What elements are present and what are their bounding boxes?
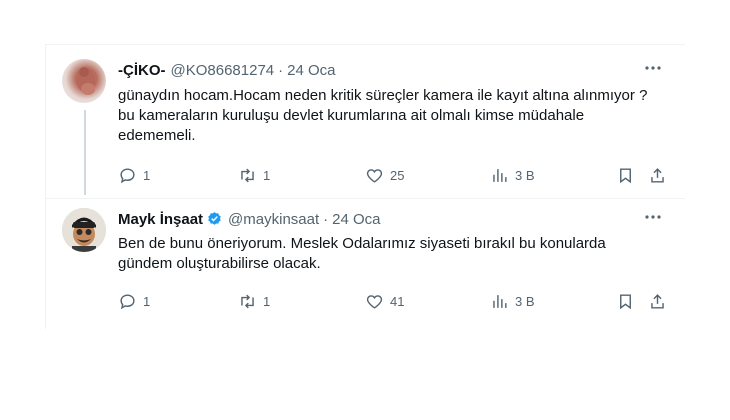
more-icon[interactable] [643,209,663,225]
views-count: 3 B [515,167,535,183]
like-count: 25 [390,167,405,183]
verified-badge-icon [208,212,221,225]
share-icon [651,167,664,183]
tweet-date[interactable]: 24 Oca [287,62,335,79]
tweet-reply-2[interactable]: Mayk İnşaat @maykinsaat · 24 Oca Ben de … [45,199,685,329]
views-button[interactable]: 3 B [490,164,535,186]
reply-button[interactable]: 1 [118,164,150,186]
bookmark-icon [620,293,631,309]
views-count: 3 B [515,293,535,309]
tweet-actions: 1 1 25 3 B [118,164,673,186]
tweet-text: Ben de bunu öneriyorum. Meslek Odalarımı… [118,235,606,272]
reply-icon [120,293,135,309]
display-name[interactable]: -ÇİKO- [118,62,166,79]
separator-dot: · [323,211,329,228]
like-button[interactable]: 25 [365,164,404,186]
like-button[interactable]: 41 [365,290,404,312]
display-name[interactable]: Mayk İnşaat [118,211,203,228]
tweet-text: günaydın hocam.Hocam neden kritik süreçl… [118,87,648,144]
card-top-border [45,44,685,45]
like-icon [366,168,383,183]
tweet-date[interactable]: 24 Oca [332,211,380,228]
user-handle[interactable]: @maykinsaat [228,211,319,228]
tweet-header: -ÇİKO- @KO86681274 · 24 Oca [118,62,336,79]
retweet-icon [241,294,254,308]
bookmark-icon [620,167,631,183]
views-icon [493,168,507,182]
views-icon [493,294,507,308]
bookmark-button[interactable] [616,290,635,312]
tweet-header: Mayk İnşaat @maykinsaat · 24 Oca [118,211,381,228]
share-button[interactable] [648,164,667,186]
more-icon[interactable] [643,60,663,76]
like-icon [366,294,383,309]
retweet-button[interactable]: 1 [238,290,270,312]
reply-count: 1 [143,293,151,309]
separator-dot: · [278,62,284,79]
user-handle[interactable]: @KO86681274 [171,62,275,79]
bookmark-button[interactable] [616,164,635,186]
reply-icon [120,167,135,183]
share-icon [651,293,664,309]
views-button[interactable]: 3 B [490,290,535,312]
like-count: 41 [390,293,405,309]
retweet-button[interactable]: 1 [238,164,270,186]
reply-button[interactable]: 1 [118,290,150,312]
tweet-reply-1[interactable]: -ÇİKO- @KO86681274 · 24 Oca günaydın hoc… [45,50,685,198]
avatar[interactable] [62,59,106,103]
reply-count: 1 [143,167,151,183]
tweet-actions: 1 1 41 3 B [118,290,673,312]
avatar[interactable] [62,208,106,252]
retweet-count: 1 [263,167,271,183]
retweet-icon [241,168,254,182]
retweet-count: 1 [263,293,271,309]
share-button[interactable] [648,290,667,312]
